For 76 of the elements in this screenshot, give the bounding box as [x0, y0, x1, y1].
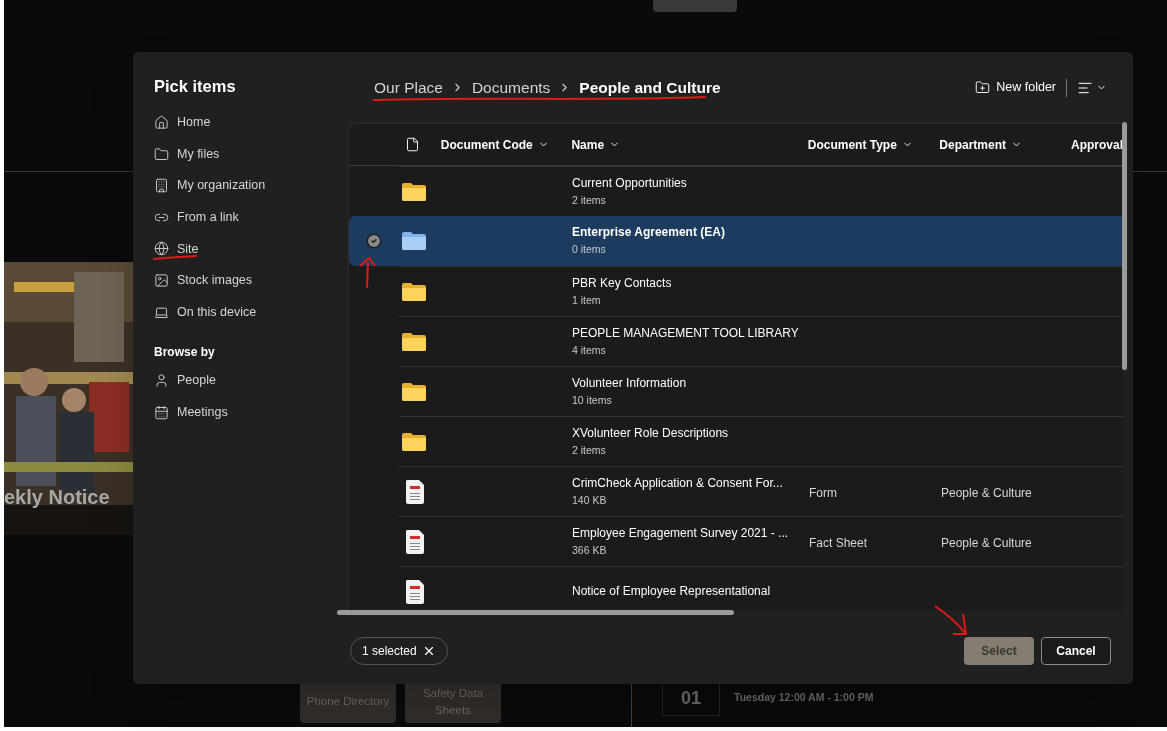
file-details: 0 items [572, 243, 607, 257]
file-details: 10 items [572, 393, 613, 408]
nav-item[interactable]: On this device [177, 302, 257, 322]
folder-icon [401, 181, 427, 202]
new-folder-button[interactable]: New folder [975, 78, 1056, 97]
person-icon [154, 373, 169, 389]
nav-item[interactable]: Meetings [177, 402, 228, 422]
column-header[interactable]: Department [939, 135, 1071, 154]
pdf-file-icon [405, 528, 425, 555]
globe-icon [154, 241, 169, 257]
file-row[interactable]: PEOPLE MANAGEMENT TOOL LIBRARY 4 items [349, 316, 1123, 366]
image-icon [154, 273, 169, 288]
file-type-icon [404, 137, 420, 152]
department: People & Culture [941, 485, 1032, 500]
column-header[interactable]: Document Type [807, 135, 940, 154]
pdf-file-icon [405, 578, 425, 605]
file-row[interactable]: PBR Key Contacts 1 item [349, 266, 1123, 316]
nav-item[interactable]: From a link [177, 207, 239, 227]
file-details: 4 items [572, 343, 607, 358]
folder-icon [154, 146, 169, 162]
document-type: Form [809, 485, 837, 500]
file-name: CrimCheck Application & Consent For... [572, 475, 784, 491]
file-name: Current Opportunities [572, 175, 688, 191]
file-name: Employee Engagement Survey 2021 - ... [572, 525, 790, 541]
file-row[interactable]: Enterprise Agreement (EA) 0 items [349, 216, 1123, 266]
file-name: Enterprise Agreement (EA) [572, 225, 726, 241]
nav-item[interactable]: Site [177, 239, 199, 259]
file-name: Notice of Employee Representational [572, 584, 772, 599]
folder-icon [401, 281, 427, 302]
laptop-icon [154, 304, 169, 320]
cancel-button[interactable]: Cancel [1041, 637, 1111, 665]
file-details: 366 KB [572, 543, 608, 558]
nav-item[interactable]: Home [177, 113, 211, 132]
file-name: Volunteer Information [572, 375, 688, 391]
notice-title: ekly Notice [4, 485, 110, 510]
nav-item[interactable]: My files [177, 144, 220, 164]
dialog-title: Pick items [154, 76, 237, 97]
pdf-file-icon [405, 478, 425, 505]
folder-icon [401, 231, 427, 251]
selected-check-icon[interactable] [366, 233, 382, 249]
file-name: PBR Key Contacts [572, 275, 673, 291]
file-name: PEOPLE MANAGEMENT TOOL LIBRARY [572, 325, 800, 341]
folder-icon [401, 331, 427, 352]
event-time: Tuesday 12:00 AM - 1:00 PM [734, 690, 874, 706]
document-type: Fact Sheet [809, 535, 868, 550]
file-details: 2 items [572, 193, 607, 208]
folder-plus-icon [975, 80, 991, 95]
calendar-icon [154, 404, 169, 420]
file-details: 140 KB [572, 493, 608, 508]
column-header[interactable]: Document Code [440, 135, 572, 154]
home-icon [154, 115, 169, 131]
nav-item[interactable]: Stock images [177, 271, 253, 290]
vertical-scrollbar[interactable] [1122, 122, 1127, 370]
file-name: XVolunteer Role Descriptions [572, 425, 730, 441]
file-row[interactable]: Volunteer Information 10 items [349, 366, 1123, 416]
nav-item[interactable]: My organization [177, 176, 266, 196]
file-details: 1 item [572, 293, 602, 308]
folder-icon [401, 381, 427, 402]
column-header[interactable]: Approval [1070, 135, 1123, 154]
breadcrumb[interactable]: Our Place [374, 75, 443, 100]
annotation-underline [152, 255, 198, 260]
nav-item[interactable]: People [177, 371, 216, 391]
file-row[interactable]: CrimCheck Application & Consent For... 140 KB Form People & Culture [349, 466, 1123, 516]
file-details: 2 items [572, 443, 607, 458]
folder-icon [401, 431, 427, 452]
department: People & Culture [941, 535, 1032, 550]
annotation-arrow [934, 605, 967, 635]
section-heading: Browse by [154, 343, 216, 361]
column-header[interactable]: Name [571, 135, 808, 154]
breadcrumb[interactable]: Documents [471, 75, 551, 100]
file-row[interactable]: XVolunteer Role Descriptions 2 items [349, 416, 1123, 466]
horizontal-scrollbar[interactable] [337, 610, 734, 615]
annotation-arrow [359, 256, 376, 289]
building-icon [154, 178, 169, 194]
file-row[interactable]: Employee Engagement Survey 2021 - ... 366 KB Fact Sheet People & Culture [349, 516, 1123, 566]
breadcrumb: People and Culture [579, 77, 721, 98]
